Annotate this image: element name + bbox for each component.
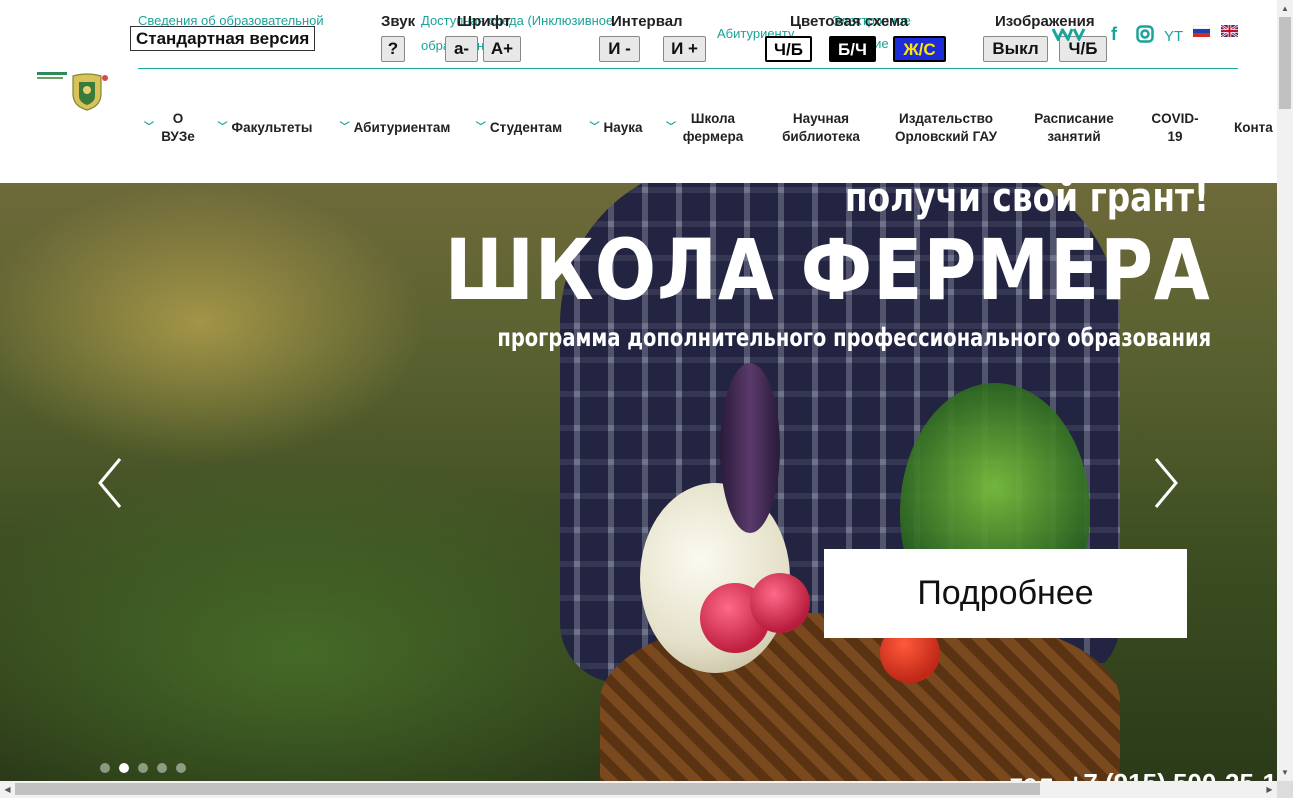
chevron-down-icon: ﹀ <box>144 122 154 133</box>
standard-version-button[interactable]: Стандартная версия <box>130 26 316 51</box>
interval-label: Интервал <box>611 13 683 30</box>
slider-dot[interactable] <box>157 763 167 773</box>
nav-item-covid[interactable]: COVID-19 <box>1146 98 1204 158</box>
slider-dot-active[interactable] <box>119 763 129 773</box>
youtube-icon[interactable]: YT <box>1164 28 1183 45</box>
chevron-down-icon: ﹀ <box>339 122 350 133</box>
chevron-right-icon[interactable] <box>1146 453 1186 513</box>
accessible-env-link[interactable]: Доступная среда (Инклюзивное <box>421 13 613 28</box>
slide-title: ШКОЛА ФЕРМЕРА <box>445 221 1211 319</box>
slider-dot[interactable] <box>100 763 110 773</box>
nav-item-label: Научная библиотека <box>782 111 860 144</box>
nav-item-science[interactable]: ﹀ Наука <box>586 98 646 158</box>
russian-flag-icon[interactable] <box>1193 25 1210 37</box>
slider-dot[interactable] <box>176 763 186 773</box>
chevron-left-icon[interactable] <box>92 453 132 513</box>
nav-item-label: Студентам <box>489 120 563 135</box>
interval-decrease-button[interactable]: И - <box>599 36 640 62</box>
vertical-scrollbar-thumb[interactable] <box>1279 17 1291 109</box>
nav-item-label: Издательство Орловский ГАУ <box>894 111 998 144</box>
university-logo[interactable] <box>37 72 109 112</box>
chevron-down-icon: ﹀ <box>666 122 676 133</box>
scroll-up-icon[interactable]: ▲ <box>1277 0 1293 17</box>
font-decrease-button[interactable]: a- <box>445 36 478 62</box>
more-button[interactable]: Подробнее <box>824 549 1187 638</box>
scheme-white-black-button[interactable]: Ч/Б <box>765 36 812 62</box>
nav-item-label: Абитуриентам <box>353 120 451 135</box>
font-increase-button[interactable]: A+ <box>483 36 521 62</box>
nav-item-faculties[interactable]: ﹀ Факультеты <box>215 98 315 158</box>
color-scheme-label: Цветовая схема <box>790 13 909 30</box>
facebook-icon[interactable]: f <box>1111 24 1117 45</box>
vk-icon[interactable] <box>1052 27 1094 41</box>
slider-pagination <box>100 763 186 773</box>
scroll-down-icon[interactable]: ▼ <box>1277 764 1293 781</box>
hero-slider: получи свой грант! ШКОЛА ФЕРМЕРА програм… <box>0 183 1277 781</box>
nav-item-label: Школа фермера <box>682 111 744 144</box>
nav-item-publishing[interactable]: Издательство Орловский ГАУ <box>890 98 1002 158</box>
scroll-left-icon[interactable]: ◀ <box>0 781 15 798</box>
font-label: Шрифт <box>457 13 511 30</box>
scheme-yellow-blue-button[interactable]: Ж/С <box>893 36 946 62</box>
slide-phone: тел. +7 (915) 500-25-17 <box>1010 768 1277 781</box>
slide-description: программа дополнительного профессиональн… <box>497 323 1211 352</box>
nav-item-label: Наука <box>603 120 643 135</box>
sound-button[interactable]: ? <box>381 36 405 62</box>
horizontal-scrollbar-thumb[interactable] <box>15 783 1040 795</box>
nav-item-students[interactable]: ﹀ Студентам <box>472 98 566 158</box>
site-header: Сведения об образовательной Доступная ср… <box>0 0 1277 183</box>
nav-item-label: Факультеты <box>231 120 313 135</box>
nav-item-library[interactable]: Научная библиотека <box>772 98 870 158</box>
nav-item-label: О ВУЗе <box>161 111 195 144</box>
horizontal-scrollbar[interactable]: ◀ ▶ <box>0 781 1277 798</box>
slider-dot[interactable] <box>138 763 148 773</box>
nav-item-contacts[interactable]: Конта <box>1234 98 1277 158</box>
english-flag-icon[interactable] <box>1221 25 1238 37</box>
sound-label: Звук <box>381 13 416 30</box>
chevron-down-icon: ﹀ <box>589 122 600 133</box>
images-off-button[interactable]: Выкл <box>983 36 1048 62</box>
scrollbar-corner <box>1277 781 1293 798</box>
chevron-down-icon: ﹀ <box>475 122 486 133</box>
instagram-icon[interactable] <box>1136 25 1154 43</box>
scheme-black-white-button[interactable]: Б/Ч <box>829 36 876 62</box>
slide-subtitle: получи свой грант! <box>844 183 1209 221</box>
nav-item-about[interactable]: ﹀ О ВУЗе <box>141 98 201 158</box>
vertical-scrollbar[interactable]: ▲ ▼ <box>1277 0 1293 781</box>
nav-item-schedule[interactable]: Расписание занятий <box>1026 98 1122 158</box>
chevron-down-icon: ﹀ <box>217 122 228 133</box>
scroll-right-icon[interactable]: ▶ <box>1262 781 1277 798</box>
slide-photo-eggplant <box>720 363 780 533</box>
nav-item-label: COVID-19 <box>1151 111 1199 144</box>
nav-item-applicants[interactable]: ﹀ Абитуриентам <box>336 98 454 158</box>
nav-item-label: Расписание занятий <box>1034 111 1114 144</box>
slide-photo-radish-2 <box>750 573 810 633</box>
nav-item-label: Конта <box>1234 120 1273 135</box>
header-divider <box>138 68 1238 69</box>
interval-increase-button[interactable]: И + <box>663 36 706 62</box>
nav-item-farmer-school[interactable]: ﹀ Школа фермера <box>664 98 748 158</box>
